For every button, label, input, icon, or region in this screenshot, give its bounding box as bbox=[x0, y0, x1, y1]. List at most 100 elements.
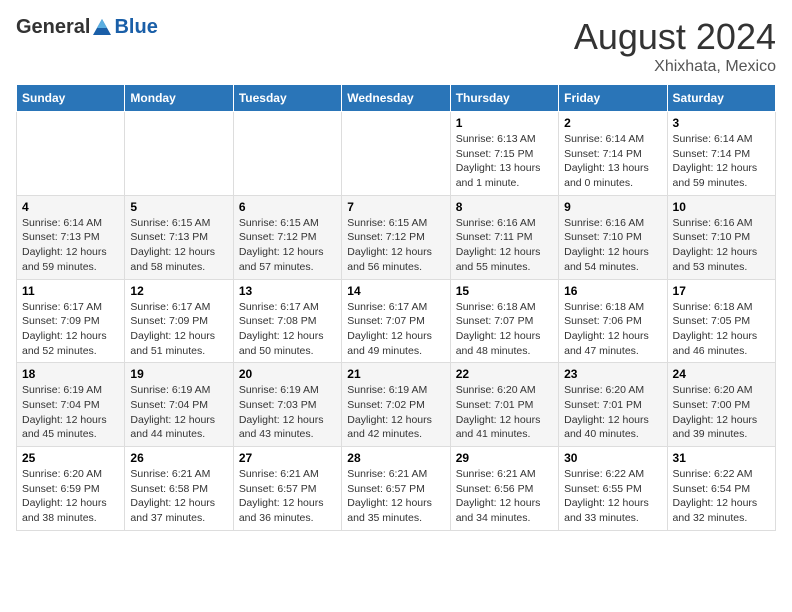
table-row: 23 Sunrise: 6:20 AMSunset: 7:01 PMDaylig… bbox=[559, 363, 667, 447]
day-number: 9 bbox=[564, 200, 661, 214]
day-info: Sunrise: 6:14 AMSunset: 7:13 PMDaylight:… bbox=[22, 217, 107, 273]
day-info: Sunrise: 6:19 AMSunset: 7:04 PMDaylight:… bbox=[22, 384, 107, 440]
logo: General Blue bbox=[16, 16, 158, 39]
day-info: Sunrise: 6:22 AMSunset: 6:54 PMDaylight:… bbox=[673, 468, 758, 524]
table-row: 25 Sunrise: 6:20 AMSunset: 6:59 PMDaylig… bbox=[17, 447, 125, 531]
day-info: Sunrise: 6:17 AMSunset: 7:07 PMDaylight:… bbox=[347, 301, 432, 357]
day-number: 6 bbox=[239, 200, 336, 214]
day-info: Sunrise: 6:17 AMSunset: 7:08 PMDaylight:… bbox=[239, 301, 324, 357]
col-wednesday: Wednesday bbox=[342, 85, 450, 112]
col-sunday: Sunday bbox=[17, 85, 125, 112]
day-info: Sunrise: 6:18 AMSunset: 7:07 PMDaylight:… bbox=[456, 301, 541, 357]
col-friday: Friday bbox=[559, 85, 667, 112]
logo-text: General Blue bbox=[16, 16, 158, 39]
day-info: Sunrise: 6:16 AMSunset: 7:11 PMDaylight:… bbox=[456, 217, 541, 273]
day-info: Sunrise: 6:21 AMSunset: 6:57 PMDaylight:… bbox=[347, 468, 432, 524]
logo-icon bbox=[91, 17, 113, 39]
table-row: 18 Sunrise: 6:19 AMSunset: 7:04 PMDaylig… bbox=[17, 363, 125, 447]
col-tuesday: Tuesday bbox=[233, 85, 341, 112]
table-row: 26 Sunrise: 6:21 AMSunset: 6:58 PMDaylig… bbox=[125, 447, 233, 531]
day-number: 19 bbox=[130, 367, 227, 381]
table-row: 15 Sunrise: 6:18 AMSunset: 7:07 PMDaylig… bbox=[450, 279, 558, 363]
day-number: 10 bbox=[673, 200, 770, 214]
table-row: 16 Sunrise: 6:18 AMSunset: 7:06 PMDaylig… bbox=[559, 279, 667, 363]
day-number: 4 bbox=[22, 200, 119, 214]
table-row: 30 Sunrise: 6:22 AMSunset: 6:55 PMDaylig… bbox=[559, 447, 667, 531]
day-info: Sunrise: 6:15 AMSunset: 7:12 PMDaylight:… bbox=[347, 217, 432, 273]
logo-blue: Blue bbox=[114, 16, 157, 39]
table-row: 9 Sunrise: 6:16 AMSunset: 7:10 PMDayligh… bbox=[559, 195, 667, 279]
page-header: General Blue August 2024 Xhixhata, Mexic… bbox=[16, 16, 776, 76]
day-number: 22 bbox=[456, 367, 553, 381]
day-number: 17 bbox=[673, 284, 770, 298]
day-info: Sunrise: 6:17 AMSunset: 7:09 PMDaylight:… bbox=[130, 301, 215, 357]
day-number: 16 bbox=[564, 284, 661, 298]
table-row bbox=[233, 112, 341, 196]
table-row: 7 Sunrise: 6:15 AMSunset: 7:12 PMDayligh… bbox=[342, 195, 450, 279]
day-number: 24 bbox=[673, 367, 770, 381]
calendar-week-5: 25 Sunrise: 6:20 AMSunset: 6:59 PMDaylig… bbox=[17, 447, 776, 531]
table-row bbox=[342, 112, 450, 196]
table-row: 21 Sunrise: 6:19 AMSunset: 7:02 PMDaylig… bbox=[342, 363, 450, 447]
day-number: 25 bbox=[22, 451, 119, 465]
day-info: Sunrise: 6:18 AMSunset: 7:06 PMDaylight:… bbox=[564, 301, 649, 357]
day-number: 14 bbox=[347, 284, 444, 298]
table-row: 3 Sunrise: 6:14 AMSunset: 7:14 PMDayligh… bbox=[667, 112, 775, 196]
table-row: 11 Sunrise: 6:17 AMSunset: 7:09 PMDaylig… bbox=[17, 279, 125, 363]
table-row: 22 Sunrise: 6:20 AMSunset: 7:01 PMDaylig… bbox=[450, 363, 558, 447]
table-row: 4 Sunrise: 6:14 AMSunset: 7:13 PMDayligh… bbox=[17, 195, 125, 279]
table-row: 10 Sunrise: 6:16 AMSunset: 7:10 PMDaylig… bbox=[667, 195, 775, 279]
day-info: Sunrise: 6:17 AMSunset: 7:09 PMDaylight:… bbox=[22, 301, 107, 357]
table-row: 8 Sunrise: 6:16 AMSunset: 7:11 PMDayligh… bbox=[450, 195, 558, 279]
day-info: Sunrise: 6:21 AMSunset: 6:58 PMDaylight:… bbox=[130, 468, 215, 524]
table-row: 14 Sunrise: 6:17 AMSunset: 7:07 PMDaylig… bbox=[342, 279, 450, 363]
day-info: Sunrise: 6:21 AMSunset: 6:56 PMDaylight:… bbox=[456, 468, 541, 524]
day-info: Sunrise: 6:16 AMSunset: 7:10 PMDaylight:… bbox=[673, 217, 758, 273]
day-number: 26 bbox=[130, 451, 227, 465]
day-number: 23 bbox=[564, 367, 661, 381]
table-row: 24 Sunrise: 6:20 AMSunset: 7:00 PMDaylig… bbox=[667, 363, 775, 447]
table-row: 2 Sunrise: 6:14 AMSunset: 7:14 PMDayligh… bbox=[559, 112, 667, 196]
day-info: Sunrise: 6:16 AMSunset: 7:10 PMDaylight:… bbox=[564, 217, 649, 273]
day-info: Sunrise: 6:18 AMSunset: 7:05 PMDaylight:… bbox=[673, 301, 758, 357]
day-info: Sunrise: 6:13 AMSunset: 7:15 PMDaylight:… bbox=[456, 133, 541, 189]
table-row: 6 Sunrise: 6:15 AMSunset: 7:12 PMDayligh… bbox=[233, 195, 341, 279]
day-number: 8 bbox=[456, 200, 553, 214]
calendar-week-2: 4 Sunrise: 6:14 AMSunset: 7:13 PMDayligh… bbox=[17, 195, 776, 279]
col-monday: Monday bbox=[125, 85, 233, 112]
day-number: 12 bbox=[130, 284, 227, 298]
day-number: 5 bbox=[130, 200, 227, 214]
calendar-week-1: 1 Sunrise: 6:13 AMSunset: 7:15 PMDayligh… bbox=[17, 112, 776, 196]
day-info: Sunrise: 6:19 AMSunset: 7:04 PMDaylight:… bbox=[130, 384, 215, 440]
day-number: 1 bbox=[456, 116, 553, 130]
logo-general: General bbox=[16, 16, 90, 39]
day-info: Sunrise: 6:19 AMSunset: 7:03 PMDaylight:… bbox=[239, 384, 324, 440]
calendar-table: Sunday Monday Tuesday Wednesday Thursday… bbox=[16, 84, 776, 531]
table-row: 5 Sunrise: 6:15 AMSunset: 7:13 PMDayligh… bbox=[125, 195, 233, 279]
table-row: 13 Sunrise: 6:17 AMSunset: 7:08 PMDaylig… bbox=[233, 279, 341, 363]
day-info: Sunrise: 6:14 AMSunset: 7:14 PMDaylight:… bbox=[673, 133, 758, 189]
day-number: 28 bbox=[347, 451, 444, 465]
day-number: 20 bbox=[239, 367, 336, 381]
day-info: Sunrise: 6:22 AMSunset: 6:55 PMDaylight:… bbox=[564, 468, 649, 524]
day-number: 15 bbox=[456, 284, 553, 298]
table-row: 28 Sunrise: 6:21 AMSunset: 6:57 PMDaylig… bbox=[342, 447, 450, 531]
month-year-title: August 2024 bbox=[574, 16, 776, 58]
day-number: 18 bbox=[22, 367, 119, 381]
day-info: Sunrise: 6:15 AMSunset: 7:12 PMDaylight:… bbox=[239, 217, 324, 273]
day-info: Sunrise: 6:15 AMSunset: 7:13 PMDaylight:… bbox=[130, 217, 215, 273]
day-info: Sunrise: 6:20 AMSunset: 6:59 PMDaylight:… bbox=[22, 468, 107, 524]
table-row: 31 Sunrise: 6:22 AMSunset: 6:54 PMDaylig… bbox=[667, 447, 775, 531]
day-number: 7 bbox=[347, 200, 444, 214]
day-number: 27 bbox=[239, 451, 336, 465]
table-row: 19 Sunrise: 6:19 AMSunset: 7:04 PMDaylig… bbox=[125, 363, 233, 447]
day-number: 21 bbox=[347, 367, 444, 381]
table-row: 12 Sunrise: 6:17 AMSunset: 7:09 PMDaylig… bbox=[125, 279, 233, 363]
title-section: August 2024 Xhixhata, Mexico bbox=[574, 16, 776, 76]
col-saturday: Saturday bbox=[667, 85, 775, 112]
day-number: 2 bbox=[564, 116, 661, 130]
table-row: 1 Sunrise: 6:13 AMSunset: 7:15 PMDayligh… bbox=[450, 112, 558, 196]
day-info: Sunrise: 6:20 AMSunset: 7:00 PMDaylight:… bbox=[673, 384, 758, 440]
day-info: Sunrise: 6:20 AMSunset: 7:01 PMDaylight:… bbox=[456, 384, 541, 440]
table-row bbox=[125, 112, 233, 196]
